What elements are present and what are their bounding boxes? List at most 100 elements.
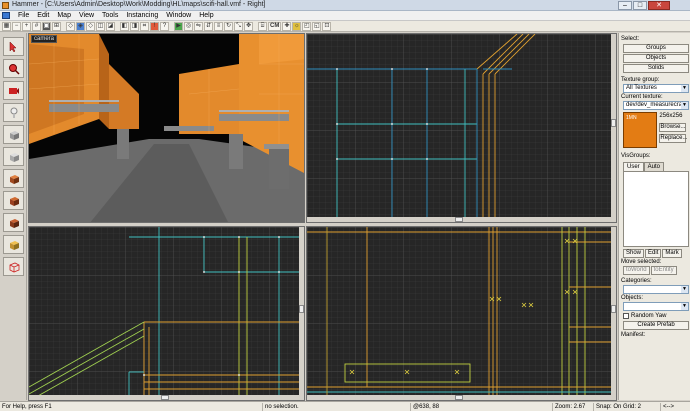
block-tool[interactable]: [3, 125, 24, 144]
snap-icon[interactable]: ⌗: [140, 21, 149, 31]
menu-instancing[interactable]: Instancing: [122, 12, 162, 19]
front-2d-viewport[interactable]: [28, 226, 305, 401]
grid-larger-icon[interactable]: +: [22, 21, 31, 31]
camera-tool[interactable]: [3, 81, 24, 100]
clip-icon: [10, 241, 19, 250]
select-groups-button[interactable]: Groups: [623, 44, 689, 53]
browse-button[interactable]: Browse...: [659, 123, 687, 132]
random-yaw-checkbox[interactable]: [623, 313, 629, 319]
helpers-icon[interactable]: ◇: [66, 21, 75, 31]
scale-icon[interactable]: ⤡: [234, 21, 243, 31]
texture-group-value: All Textures: [626, 85, 657, 91]
texture-application-icon: [10, 153, 19, 162]
carve-icon[interactable]: ◧: [120, 21, 129, 31]
clipping-tool[interactable]: [3, 235, 24, 254]
texture-group-label: Texture group:: [621, 77, 660, 83]
visgroup-edit-button[interactable]: Edit: [645, 249, 662, 258]
unhide-icon[interactable]: ◪: [106, 21, 115, 31]
grid-toggle-icon[interactable]: ▦: [2, 21, 11, 31]
align-icon[interactable]: ≡: [214, 21, 223, 31]
magnify-tool[interactable]: [3, 59, 24, 78]
chevron-down-icon[interactable]: ▼: [681, 286, 688, 293]
texture-tool[interactable]: [3, 147, 24, 166]
to-entity-button[interactable]: toEntity: [650, 266, 677, 275]
menu-edit[interactable]: Edit: [33, 12, 53, 19]
menu-help[interactable]: Help: [195, 12, 217, 19]
ungroup-icon[interactable]: ◇: [86, 21, 95, 31]
menu-bar: File Edit Map View Tools Instancing Wind…: [0, 11, 690, 21]
camera-view-label[interactable]: camera: [31, 35, 58, 43]
menu-window[interactable]: Window: [162, 12, 195, 19]
current-texture-select[interactable]: dev/dev_measurecrate ▼: [623, 101, 689, 110]
menu-view[interactable]: View: [75, 12, 98, 19]
rotate-icon[interactable]: ↻: [224, 21, 233, 31]
visgroup-mark-button[interactable]: Mark: [662, 249, 682, 258]
visgroup-show-button[interactable]: Show: [623, 249, 645, 258]
entity-report-icon[interactable]: !: [150, 21, 159, 31]
overlay-tool[interactable]: [3, 213, 24, 232]
hammer-app-icon: [2, 2, 9, 9]
to-world-button[interactable]: toWorld: [623, 266, 650, 275]
hide-icon[interactable]: ◫: [96, 21, 105, 31]
chevron-down-icon[interactable]: ▼: [681, 102, 688, 109]
visgroups-list[interactable]: [623, 171, 689, 247]
minimize-button[interactable]: –: [618, 1, 632, 10]
light-icon[interactable]: ☼: [292, 21, 302, 31]
top-view-horizontal-scrollbar[interactable]: [307, 217, 616, 222]
ruler-icon[interactable]: ◰: [302, 21, 312, 31]
select-solids-button[interactable]: Solids: [623, 64, 689, 73]
side-view-horizontal-scrollbar[interactable]: [307, 395, 616, 400]
chevron-down-icon[interactable]: ▼: [681, 303, 688, 310]
cordon-map-button[interactable]: CM: [268, 21, 282, 31]
decal-tool[interactable]: [3, 191, 24, 210]
chevron-down-icon[interactable]: ▼: [681, 85, 688, 92]
top-view-vertical-scrollbar[interactable]: [611, 34, 616, 222]
document-icon[interactable]: [2, 12, 10, 19]
menu-map[interactable]: Map: [53, 12, 75, 19]
select-objects-button[interactable]: Objects: [623, 54, 689, 63]
grid-smaller-icon[interactable]: −: [12, 21, 21, 31]
block-icon: [10, 131, 19, 140]
camera-viewport[interactable]: camera: [28, 33, 305, 223]
selection-tool[interactable]: [3, 37, 24, 56]
vertex-tool[interactable]: [3, 257, 24, 276]
flip-vertical-icon[interactable]: ⇵: [204, 21, 213, 31]
create-prefab-button[interactable]: Create Prefab: [623, 321, 689, 330]
categories-select[interactable]: ▼: [623, 285, 689, 294]
maximize-button[interactable]: □: [633, 1, 647, 10]
quad-view-icon[interactable]: ⊡: [322, 21, 332, 31]
status-snap: Snap: On Grid: 2: [593, 403, 641, 411]
texture-thumbnail[interactable]: 1MN: [623, 112, 658, 148]
menu-tools[interactable]: Tools: [98, 12, 122, 19]
apply-texture-tool[interactable]: [3, 169, 24, 188]
front-view-horizontal-scrollbar[interactable]: [29, 395, 304, 400]
entity-tool[interactable]: [3, 103, 24, 122]
vertex-icon[interactable]: ✚: [282, 21, 292, 31]
flip-horizontal-icon[interactable]: ⇋: [194, 21, 203, 31]
tab-auto[interactable]: Auto: [643, 162, 665, 171]
move-icon[interactable]: ✥: [244, 21, 253, 31]
occlusion-icon[interactable]: ◱: [312, 21, 322, 31]
cordon-toggle-icon[interactable]: ⌸: [258, 21, 267, 31]
group-icon[interactable]: ◈: [76, 21, 85, 31]
replace-button[interactable]: Replace...: [659, 134, 687, 143]
front-view-vertical-scrollbar[interactable]: [299, 227, 304, 400]
texture-group-select[interactable]: All Textures ▼: [623, 84, 689, 93]
camera-3d-view: [29, 34, 304, 222]
wireframe-icon[interactable]: ▣: [42, 21, 51, 31]
texture-lock-icon[interactable]: ⊞: [52, 21, 61, 31]
hollow-icon[interactable]: ◨: [130, 21, 139, 31]
side-view-vertical-scrollbar[interactable]: [611, 227, 616, 400]
check-problems-icon[interactable]: ?: [160, 21, 169, 31]
objects-select[interactable]: ▼: [623, 302, 689, 311]
close-button[interactable]: ✕: [648, 1, 670, 10]
3d-grid-icon[interactable]: #: [32, 21, 41, 31]
toggle-ignore-group-icon[interactable]: ◎: [184, 21, 193, 31]
menu-file[interactable]: File: [14, 12, 33, 19]
tab-user[interactable]: User: [623, 162, 644, 171]
status-coordinates: @638, 88: [410, 403, 439, 411]
side-2d-viewport[interactable]: [306, 226, 617, 401]
top-2d-viewport[interactable]: [306, 33, 617, 223]
run-map-icon[interactable]: ▶: [174, 21, 183, 31]
visgroups-label: VisGroups:: [621, 153, 651, 159]
